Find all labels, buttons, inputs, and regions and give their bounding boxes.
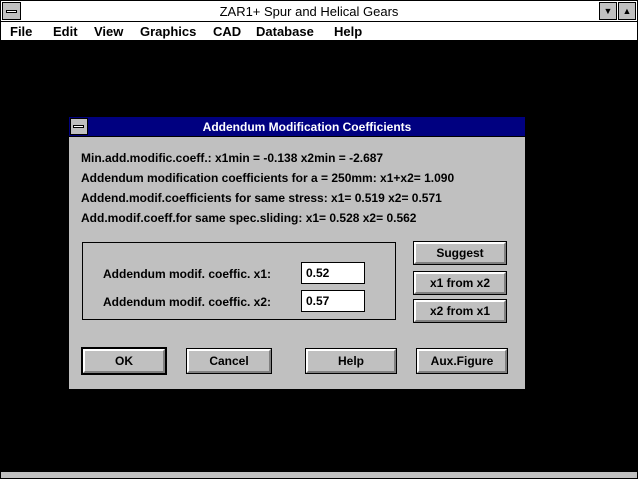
menubar: File Edit View Graphics CAD Database Hel… <box>1 22 637 41</box>
menu-file[interactable]: File <box>10 24 32 39</box>
minimize-icon: ▼ <box>603 6 613 16</box>
minimize-button[interactable]: ▼ <box>599 2 617 20</box>
suggest-button[interactable]: Suggest <box>413 241 507 265</box>
app-titlebar[interactable]: ZAR1+ Spur and Helical Gears ▼ ▲ <box>1 1 637 22</box>
dialog-title: Addendum Modification Coefficients <box>202 120 412 134</box>
x1-input[interactable] <box>301 262 365 284</box>
help-button[interactable]: Help <box>305 348 397 374</box>
system-menu-button[interactable] <box>2 2 21 20</box>
x1-from-x2-button[interactable]: x1 from x2 <box>413 271 507 295</box>
ok-button[interactable]: OK <box>81 347 167 375</box>
min-coefficients-info: Min.add.modific.coeff.: x1min = -0.138 x… <box>81 151 384 165</box>
menu-graphics[interactable]: Graphics <box>140 24 196 39</box>
same-sliding-info: Add.modif.coeff.for same spec.sliding: x… <box>81 211 417 225</box>
system-menu-icon <box>6 10 17 13</box>
menu-help-label: Help <box>334 24 363 39</box>
x2-from-x1-button[interactable]: x2 from x1 <box>413 299 507 323</box>
app-title: ZAR1+ Spur and Helical Gears <box>219 4 399 19</box>
menu-view-label: View <box>94 24 124 39</box>
coefficients-sum-info: Addendum modification coefficients for a… <box>81 171 455 185</box>
menu-edit[interactable]: Edit <box>53 24 78 39</box>
x2-input[interactable] <box>301 290 365 312</box>
menu-database[interactable]: Database <box>256 24 314 39</box>
x2-label: Addendum modif. coeffic. x2: <box>103 295 272 309</box>
bottom-border-strip <box>1 472 637 478</box>
aux-figure-button[interactable]: Aux.Figure <box>416 348 508 374</box>
menu-view[interactable]: View <box>94 24 123 39</box>
menu-cad-label: CAD <box>213 24 242 39</box>
coefficients-group: Addendum modif. coeffic. x1: Addendum mo… <box>82 242 396 320</box>
menu-cad[interactable]: CAD <box>213 24 241 39</box>
menu-edit-label: Edit <box>53 24 78 39</box>
menu-file-label: File <box>10 24 33 39</box>
maximize-icon: ▲ <box>622 6 632 16</box>
dialog-titlebar[interactable]: Addendum Modification Coefficients <box>69 117 525 137</box>
dialog-system-menu-button[interactable] <box>70 118 88 135</box>
menu-database-label: Database <box>256 24 314 39</box>
maximize-button[interactable]: ▲ <box>618 2 636 20</box>
same-stress-info: Addend.modif.coefficients for same stres… <box>81 191 442 205</box>
addendum-dialog: Addendum Modification Coefficients Min.a… <box>67 115 527 391</box>
x1-label: Addendum modif. coeffic. x1: <box>103 267 272 281</box>
dialog-system-menu-icon <box>73 125 84 128</box>
menu-help[interactable]: Help <box>334 24 362 39</box>
cancel-button[interactable]: Cancel <box>186 348 272 374</box>
menu-graphics-label: Graphics <box>140 24 197 39</box>
